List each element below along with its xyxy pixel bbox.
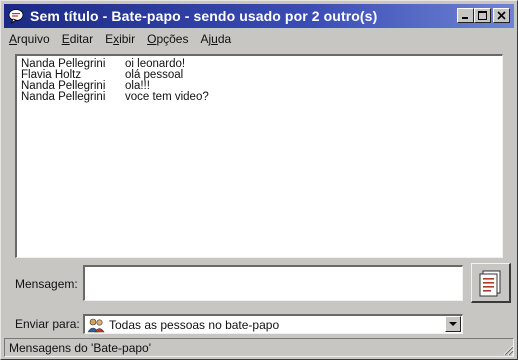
menu-exibir[interactable]: Exibir	[105, 32, 135, 50]
maximize-icon	[478, 11, 487, 20]
send-document-icon	[479, 270, 500, 296]
chat-message: Nanda Pellegrini oi leonardo!	[21, 58, 498, 70]
maximize-button[interactable]	[474, 8, 491, 23]
message-label: Mensagem:	[15, 277, 78, 291]
minimize-button[interactable]	[457, 8, 474, 23]
menu-opcoes[interactable]: Opções	[147, 32, 188, 50]
chat-history[interactable]: Nanda Pellegrini oi leonardo! Flavia Hol…	[15, 54, 503, 258]
title-bar[interactable]: Sem título - Bate-papo - sendo usado por…	[4, 4, 514, 28]
menu-ajuda[interactable]: Ajuda	[200, 32, 231, 50]
dropdown-button[interactable]	[445, 316, 461, 332]
window-controls	[457, 8, 510, 23]
chat-message: Nanda Pellegrini voce tem video?	[21, 91, 498, 103]
chat-window: Sem título - Bate-papo - sendo usado por…	[0, 0, 518, 360]
window-title: Sem título - Bate-papo - sendo usado por…	[30, 8, 378, 24]
menu-bar: Arquivo Editar Exibir Opções Ajuda	[9, 32, 243, 50]
message-text: voce tem video?	[125, 91, 209, 103]
send-to-label: Enviar para:	[15, 317, 80, 331]
status-bar: Mensagens do 'Bate-papo'	[4, 338, 514, 357]
close-button[interactable]	[493, 8, 510, 23]
close-icon	[497, 11, 506, 20]
send-button[interactable]	[471, 263, 511, 303]
recipient-select[interactable]: Todas as pessoas no bate-papo	[83, 314, 463, 334]
menu-arquivo[interactable]: Arquivo	[9, 32, 50, 50]
people-icon	[87, 318, 105, 332]
menu-editar[interactable]: Editar	[62, 32, 93, 50]
chat-bubble-icon	[8, 9, 24, 24]
resize-grip-icon[interactable]	[502, 344, 514, 356]
recipient-value: Todas as pessoas no bate-papo	[109, 317, 280, 332]
minimize-icon	[462, 17, 468, 19]
status-text: Mensagens do 'Bate-papo'	[9, 341, 152, 355]
message-sender: Nanda Pellegrini	[21, 91, 106, 103]
chevron-down-icon	[449, 321, 457, 326]
message-input[interactable]	[83, 265, 463, 301]
